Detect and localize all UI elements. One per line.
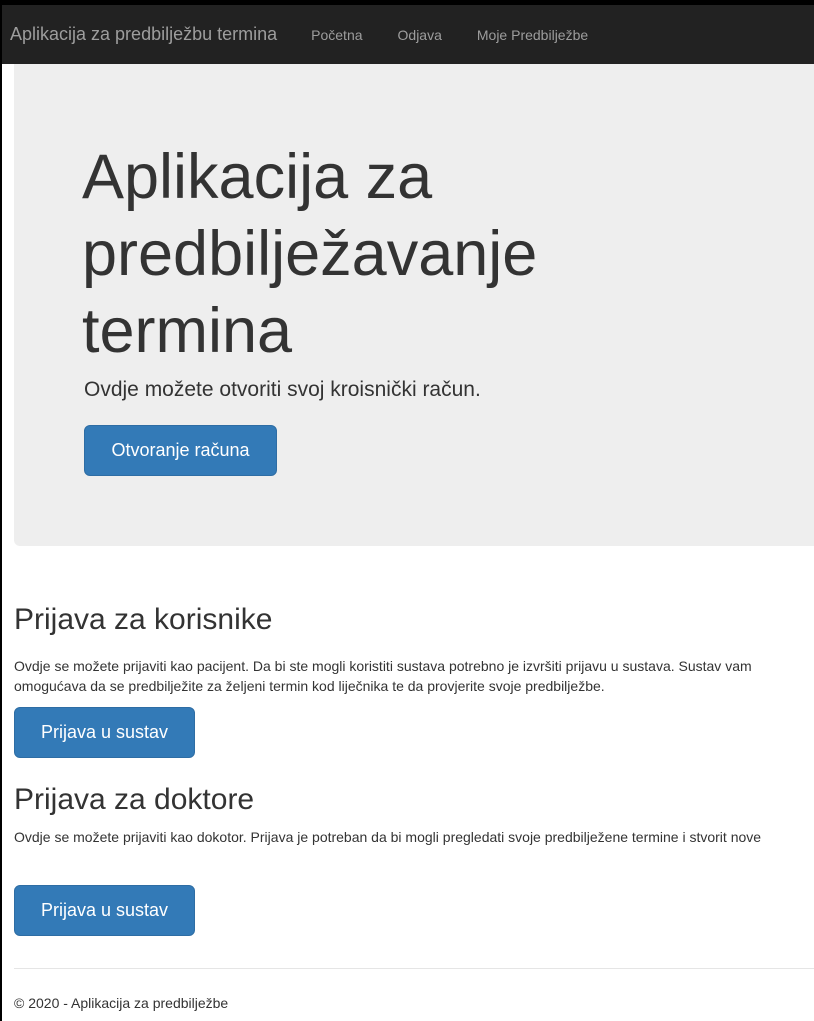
navbar-brand[interactable]: Aplikacija za predbilježbu termina [10, 24, 277, 45]
doctors-login-button[interactable]: Prijava u sustav [14, 885, 195, 936]
users-login-button[interactable]: Prijava u sustav [14, 707, 195, 758]
hero-title: Aplikacija za predbilježavanje termina [82, 142, 538, 366]
browser-viewport: Aplikacija za predbilježbu termina Počet… [0, 0, 814, 1021]
open-account-button[interactable]: Otvoranje računa [84, 425, 277, 476]
doctors-login-text: Ovdje se možete prijaviti kao dokotor. P… [14, 829, 762, 845]
hero-lead-text: Ovdje možete otvoriti svoj kroisnički ra… [84, 378, 481, 401]
nav-link-home[interactable]: Početna [311, 27, 362, 43]
footer-copyright: © 2020 - Aplikacija za predbilježbe [14, 995, 229, 1011]
users-login-title: Prijava za korisnike [14, 603, 273, 636]
hero-jumbotron: Aplikacija za predbilježavanje termina O… [14, 64, 814, 546]
users-login-text: Ovdje se možete prijaviti kao pacijent. … [14, 658, 752, 694]
doctors-login-title: Prijava za doktore [14, 783, 255, 816]
nav-link-my-appointments[interactable]: Moje Predbilježbe [477, 27, 588, 43]
top-navbar: Aplikacija za predbilježbu termina Počet… [2, 2, 814, 64]
footer-divider [14, 968, 814, 969]
nav-link-logout[interactable]: Odjava [398, 27, 442, 43]
